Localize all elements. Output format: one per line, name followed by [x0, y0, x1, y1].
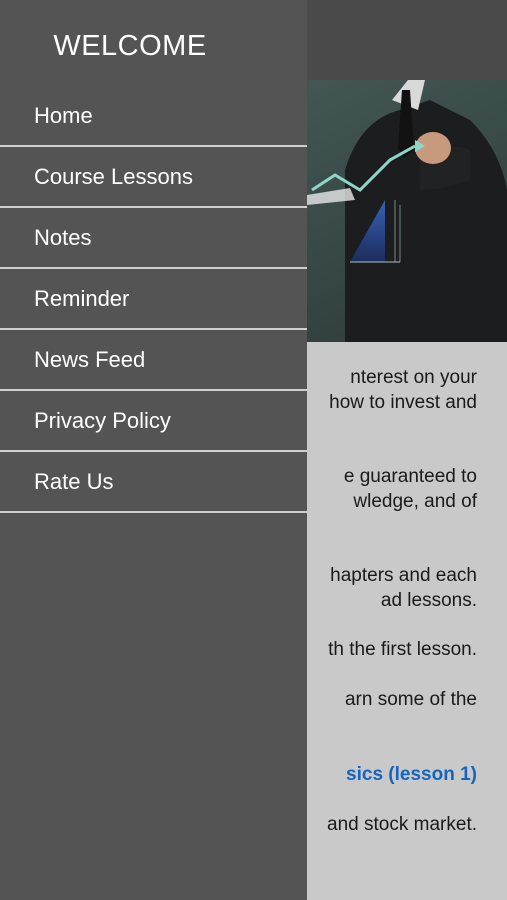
content-line: how to invest and	[329, 392, 477, 413]
menu-item-label: Reminder	[34, 285, 130, 311]
content-line: nterest on your	[350, 367, 477, 388]
menu-item-notes[interactable]: Notes	[0, 208, 307, 269]
navigation-drawer: WELCOME Home Course Lessons Notes Remind…	[0, 0, 307, 900]
drawer-menu: Home Course Lessons Notes Reminder News …	[0, 86, 307, 513]
lesson-link[interactable]: sics (lesson 1)	[346, 764, 477, 786]
menu-item-label: Notes	[34, 224, 92, 250]
menu-item-reminder[interactable]: Reminder	[0, 269, 307, 330]
content-line: arn some of the	[344, 689, 477, 710]
drawer-title: WELCOME	[53, 30, 207, 62]
menu-item-label: News Feed	[34, 346, 146, 372]
content-line: e guaranteed to	[343, 466, 477, 487]
menu-item-label: Rate Us	[34, 468, 114, 494]
menu-item-course-lessons[interactable]: Course Lessons	[0, 147, 307, 208]
menu-item-home[interactable]: Home	[0, 86, 307, 147]
menu-item-privacy-policy[interactable]: Privacy Policy	[0, 391, 307, 452]
content-line: th the first lesson.	[328, 639, 477, 660]
menu-item-label: Course Lessons	[34, 163, 193, 189]
menu-item-rate-us[interactable]: Rate Us	[0, 452, 307, 513]
content-line: wledge, and of	[353, 491, 477, 512]
menu-item-label: Home	[34, 102, 93, 128]
content-line: and stock market.	[327, 814, 477, 835]
content-line: hapters and each	[330, 565, 477, 586]
menu-item-news-feed[interactable]: News Feed	[0, 330, 307, 391]
content-line: ad lessons.	[380, 590, 477, 611]
menu-item-label: Privacy Policy	[34, 407, 171, 433]
